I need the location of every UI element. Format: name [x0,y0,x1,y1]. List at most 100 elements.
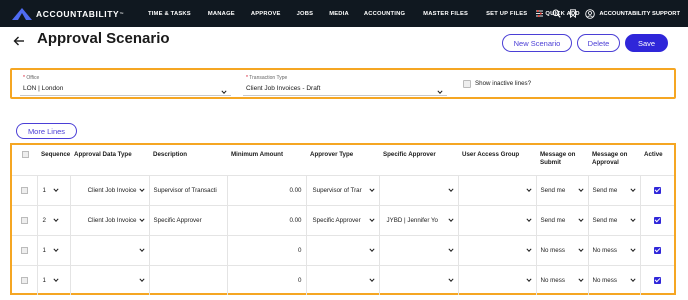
row-select-cell [12,264,37,295]
save-button[interactable]: Save [625,34,668,52]
table-row: 1 0 No mess No mess [12,234,674,265]
message-on-approval-value: No mess [592,276,617,284]
transaction-type-select[interactable]: * Transaction Type Client Job Invoices -… [243,74,447,96]
sequence-select[interactable]: 1 [36,174,70,205]
brand-logo[interactable]: ACCOUNTABILITY ™ [12,7,130,20]
user-name[interactable]: ACCOUNTABILITY SUPPORT [599,11,680,17]
message-on-submit-select[interactable]: No mess [535,264,588,295]
active-checkbox[interactable] [653,276,661,284]
chevron-down-icon [525,187,532,193]
message-on-submit-value: Send me [540,186,566,194]
active-cell [639,234,674,265]
active-cell [639,264,674,295]
approver-type-select[interactable] [305,234,379,265]
sequence-select[interactable]: 1 [36,234,70,265]
nav-item-master-files[interactable]: MASTER FILES [423,11,468,17]
nav-item-jobs[interactable]: JOBS [297,11,314,17]
nav-item-approve[interactable]: APPROVE [251,11,281,17]
user-access-group-select[interactable] [457,204,536,235]
new-scenario-button[interactable]: New Scenario [502,34,572,52]
description-input[interactable]: Supervisor of Transacti [148,174,227,205]
description-input[interactable]: Specific Approver [148,204,227,235]
approval-data-type-select[interactable]: Client Job Invoice [69,174,149,205]
user-access-group-select[interactable] [457,174,536,205]
chevron-down-icon [52,247,59,253]
chevron-down-icon [629,247,636,253]
chevron-down-icon [368,217,375,223]
header-approver-type: Approver Type [310,151,354,158]
approval-data-type-select[interactable] [69,264,149,295]
arrow-left-icon[interactable] [13,33,25,49]
row-select-cell [12,174,37,205]
chevron-down-icon [138,187,145,193]
specific-approver-select[interactable]: JYBD | Jennifer Yo [378,204,458,235]
approver-type-select[interactable] [305,264,379,295]
chevron-down-icon [447,217,454,223]
chevron-down-icon [525,277,532,283]
row-checkbox[interactable] [20,276,28,284]
message-on-approval-select[interactable]: No mess [587,234,640,265]
message-on-submit-select[interactable]: Send me [535,174,588,205]
chevron-down-icon [437,82,443,94]
row-checkbox[interactable] [20,216,28,224]
select-all-checkbox[interactable] [22,151,29,158]
more-lines-button[interactable]: More Lines [16,123,77,139]
sequence-select[interactable]: 1 [36,264,70,295]
minimum-amount-input[interactable]: 0.00 [226,174,306,205]
approval-data-type-value: Client Job Invoice [87,216,137,224]
sequence-value: 2 [42,216,46,224]
nav-item-manage[interactable]: MANAGE [208,11,235,17]
message-on-submit-select[interactable]: Send me [535,204,588,235]
specific-approver-select[interactable] [378,174,458,205]
nav-item-accounting[interactable]: ACCOUNTING [364,11,405,17]
row-select-cell [12,234,37,265]
user-access-group-select[interactable] [457,264,536,295]
message-on-approval-select[interactable]: Send me [587,204,640,235]
approval-data-type-select[interactable]: Client Job Invoice [69,204,149,235]
chevron-down-icon [138,217,145,223]
header-message-on-submit: Message on Submit [540,151,576,166]
delete-button[interactable]: Delete [577,34,620,52]
user-access-group-select[interactable] [457,234,536,265]
minimum-amount-input[interactable]: 0 [226,234,306,265]
minimum-amount-input[interactable]: 0 [226,264,306,295]
office-select[interactable]: * Office LON | London [20,74,231,96]
approval-grid: Sequence Approval Data Type Description … [10,143,676,295]
chevron-down-icon [577,247,584,253]
search-icon[interactable] [551,9,561,19]
nav-item-time-tasks[interactable]: TIME & TASKS [148,11,191,17]
show-inactive-checkbox[interactable] [463,80,471,88]
chevron-down-icon [577,187,584,193]
active-checkbox[interactable] [653,246,661,254]
approval-data-type-select[interactable] [69,234,149,265]
message-on-approval-value: Send me [592,186,618,194]
user-circle-icon[interactable] [585,8,596,19]
chevron-down-icon [629,187,636,193]
table-header-row: Sequence Approval Data Type Description … [12,145,674,175]
chevron-down-icon [368,187,375,193]
bookmark-icon[interactable] [568,9,578,19]
specific-approver-select[interactable] [378,234,458,265]
transaction-type-label: * Transaction Type [246,75,288,81]
nav-utilities: ACCOUNTABILITY SUPPORT [527,0,680,27]
approver-type-select[interactable]: Specific Approver [305,204,379,235]
chevron-down-icon [577,217,584,223]
row-checkbox[interactable] [20,246,28,254]
approver-type-select[interactable]: Supervisor of Trar [305,174,379,205]
row-checkbox[interactable] [20,186,28,194]
active-checkbox[interactable] [653,216,661,224]
show-inactive-label: Show inactive lines? [475,80,532,87]
description-input[interactable] [148,234,227,265]
nav-item-media[interactable]: MEDIA [329,11,349,17]
nav-item-set-up-files[interactable]: SET UP FILES [486,11,527,17]
message-on-submit-select[interactable]: No mess [535,234,588,265]
table-row: 2 Client Job Invoice Specific Approver 0.00… [12,204,674,235]
active-checkbox[interactable] [653,186,661,194]
sliders-icon[interactable] [534,9,544,19]
sequence-select[interactable]: 2 [36,204,70,235]
minimum-amount-input[interactable]: 0.00 [226,204,306,235]
message-on-approval-select[interactable]: Send me [587,174,640,205]
description-input[interactable] [148,264,227,295]
specific-approver-select[interactable] [378,264,458,295]
message-on-approval-select[interactable]: No mess [587,264,640,295]
